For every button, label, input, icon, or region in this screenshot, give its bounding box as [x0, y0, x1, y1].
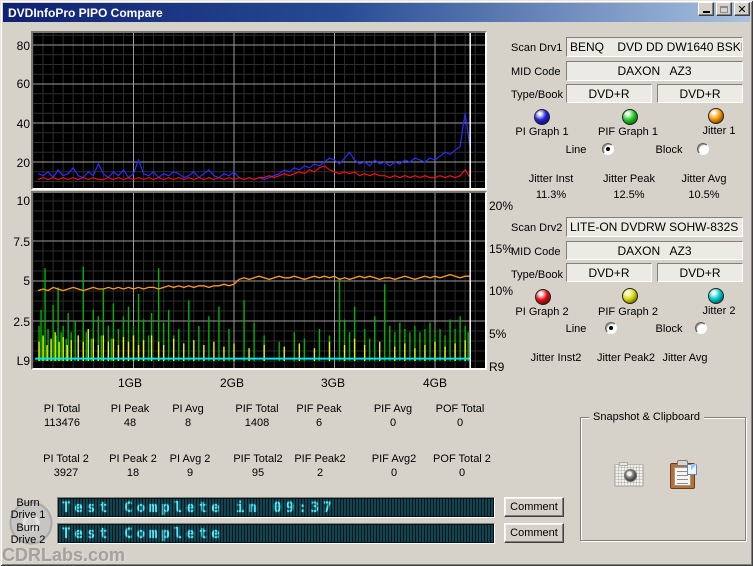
jitter-avg-value: 10.5% [688, 189, 720, 201]
jitter1-label: Jitter 1 [702, 125, 736, 137]
dvdinfopro-window: DVDInfoPro PIPO Compare ✕ 80 60 40 20 10… [0, 0, 753, 566]
camera-icon [614, 462, 644, 487]
burn-drive1-label: Burn Drive 1 [10, 497, 46, 521]
scan-drv2-label: Scan Drv2 [511, 222, 563, 234]
block2-radio[interactable] [695, 322, 707, 334]
block1-label: Block [655, 144, 683, 156]
copy-to-clipboard-button[interactable] [670, 460, 699, 489]
pi-graph1-led [534, 109, 550, 125]
maximize-button[interactable] [716, 2, 732, 16]
line1-radio[interactable] [602, 143, 614, 155]
drive1-status-text: Test Complete in 09:37 [62, 500, 336, 516]
y-tick: 40 [16, 117, 30, 131]
type-book1-field-a: DVD+R [566, 84, 652, 103]
cdrlabs-watermark: CDRLabs.com [2, 545, 126, 565]
title-bar[interactable]: DVDInfoPro PIPO Compare [3, 3, 750, 22]
snapshot-camera-button[interactable] [614, 462, 644, 487]
mid-code1-field: DAXON AZ3 [566, 61, 743, 81]
jitter-inst-label: Jitter Inst [528, 173, 574, 185]
pif-jitter-chart [31, 191, 487, 370]
mid-code2-label: MID Code [511, 246, 561, 258]
snapshot-clipboard-title: Snapshot & Clipboard [589, 411, 705, 423]
close-button[interactable]: ✕ [734, 2, 750, 16]
y-tick-pct: 5% [489, 327, 507, 341]
jitter-inst2-label: Jitter Inst2 [530, 352, 582, 364]
type-book2-field-a: DVD+R [566, 263, 652, 282]
y-tick-corner-left: L9 [16, 354, 30, 368]
jitter1-led [708, 108, 724, 124]
jitter-peak-label: Jitter Peak [603, 173, 655, 185]
block2-label: Block [655, 323, 683, 335]
pif-graph2-led [622, 288, 638, 304]
jitter-avg-label: Jitter Avg [681, 173, 727, 185]
jitter-peak2-label: Jitter Peak2 [596, 352, 656, 364]
y-tick: 60 [16, 77, 30, 91]
jitter-peak-value: 12.5% [613, 189, 645, 201]
pi-error-plot [33, 33, 485, 188]
pi-error-chart [31, 31, 487, 190]
minimize-button[interactable] [698, 2, 714, 16]
line2-label: Line [565, 323, 587, 335]
x-tick: 2GB [219, 376, 244, 390]
jitter-inst-value: 11.3% [535, 189, 567, 201]
pi-graph2-label: PI Graph 2 [515, 306, 569, 318]
stat-pof-total: POF Total 0 [435, 403, 485, 429]
block1-radio[interactable] [697, 143, 709, 155]
line2-radio[interactable] [605, 322, 617, 334]
x-tick: 4GB [422, 376, 447, 390]
pif-graph1-label: PIF Graph 1 [598, 126, 658, 138]
y-tick-pct: 10% [489, 284, 514, 298]
jitter2-label: Jitter 2 [702, 305, 736, 317]
jitter-avg2-label: Jitter Avg [662, 352, 708, 364]
y-tick: 2.5 [13, 315, 30, 329]
x-tick: 1GB [117, 376, 142, 390]
jitter2-led [708, 288, 724, 304]
comment2-button[interactable]: Comment [504, 523, 564, 543]
mid-code1-label: MID Code [511, 66, 561, 78]
y-tick-shared: 10 [16, 194, 30, 208]
drive2-status-text: Test Complete [62, 526, 224, 542]
scan-drv2-field: LITE-ON DVDRW SOHW-832S VS0 [566, 217, 743, 237]
pi-graph2-led [535, 289, 551, 305]
burn-drive2-label: Burn Drive 2 [10, 522, 46, 546]
y-tick-corner-right: R9 [489, 360, 505, 374]
y-tick: 20 [16, 156, 30, 170]
close-icon: ✕ [737, 2, 747, 16]
y-tick: 7.5 [13, 235, 30, 249]
y-tick-pct: 20% [489, 199, 514, 213]
window-title: DVDInfoPro PIPO Compare [8, 5, 163, 20]
line1-label: Line [565, 144, 587, 156]
stat-pof-total-2: POF Total 20 [433, 453, 491, 479]
maximize-icon [720, 6, 728, 13]
type-book1-field-b: DVD+R [657, 84, 743, 103]
pi-graph1-label: PI Graph 1 [515, 126, 569, 138]
pif-jitter-plot [33, 193, 485, 368]
pif-graph2-label: PIF Graph 2 [598, 306, 658, 318]
y-tick: 5 [23, 274, 30, 288]
comment1-button[interactable]: Comment [504, 497, 564, 517]
mid-code2-field: DAXON AZ3 [566, 241, 743, 260]
type-book2-field-b: DVD+R [657, 263, 743, 282]
pif-graph1-led [622, 109, 638, 125]
scan-drv1-field: BENQ DVD DD DW1640 BSKB [566, 37, 743, 57]
drive2-status-display: Test Complete [57, 523, 495, 544]
y-tick: 80 [16, 39, 30, 53]
window-controls: ✕ [698, 2, 750, 16]
snapshot-clipboard-group: Snapshot & Clipboard [580, 411, 746, 541]
x-tick: 3GB [320, 376, 345, 390]
scan-drv1-label: Scan Drv1 [511, 42, 563, 54]
type-book1-label: Type/Book [511, 89, 563, 101]
drive1-status-display: Test Complete in 09:37 [57, 497, 495, 518]
minimize-icon [702, 11, 710, 13]
type-book2-label: Type/Book [511, 269, 563, 281]
